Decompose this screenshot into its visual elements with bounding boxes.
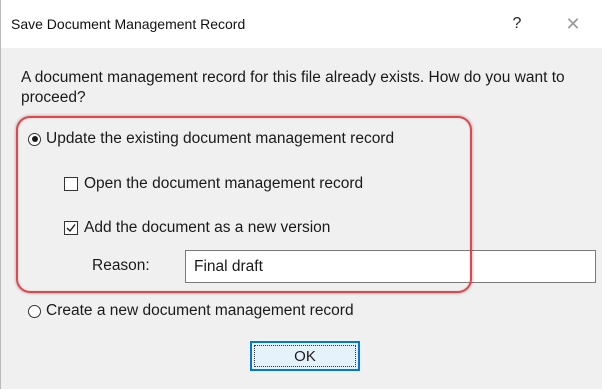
open-record-label: Open the document management record [84,175,364,192]
new-version-option[interactable]: Add the document as a new version [64,219,330,237]
dialog-message: A document management record for this fi… [21,69,565,106]
reason-input[interactable] [185,250,596,283]
create-new-radio[interactable] [28,304,41,318]
open-record-option[interactable]: Open the document management record [64,175,363,193]
reason-label: Reason: [92,257,150,274]
title-bar: Save Document Management Record ? ✕ [1,0,602,48]
close-button[interactable]: ✕ [561,12,585,36]
create-new-label: Create a new document management record [46,302,354,319]
create-new-option[interactable]: Create a new document management record [28,302,354,320]
ok-button[interactable]: OK [250,341,360,371]
open-record-checkbox[interactable] [64,177,78,191]
new-version-checkbox[interactable] [64,221,78,235]
update-existing-option[interactable]: Update the existing document management … [28,130,394,148]
update-existing-radio[interactable] [28,132,41,146]
dialog-title: Save Document Management Record [11,16,246,32]
checkmark-icon [66,224,76,233]
new-version-label: Add the document as a new version [84,219,331,236]
update-existing-label: Update the existing document management … [46,130,395,147]
help-button[interactable]: ? [505,12,529,36]
save-record-dialog: Save Document Management Record ? ✕ A do… [0,0,602,389]
